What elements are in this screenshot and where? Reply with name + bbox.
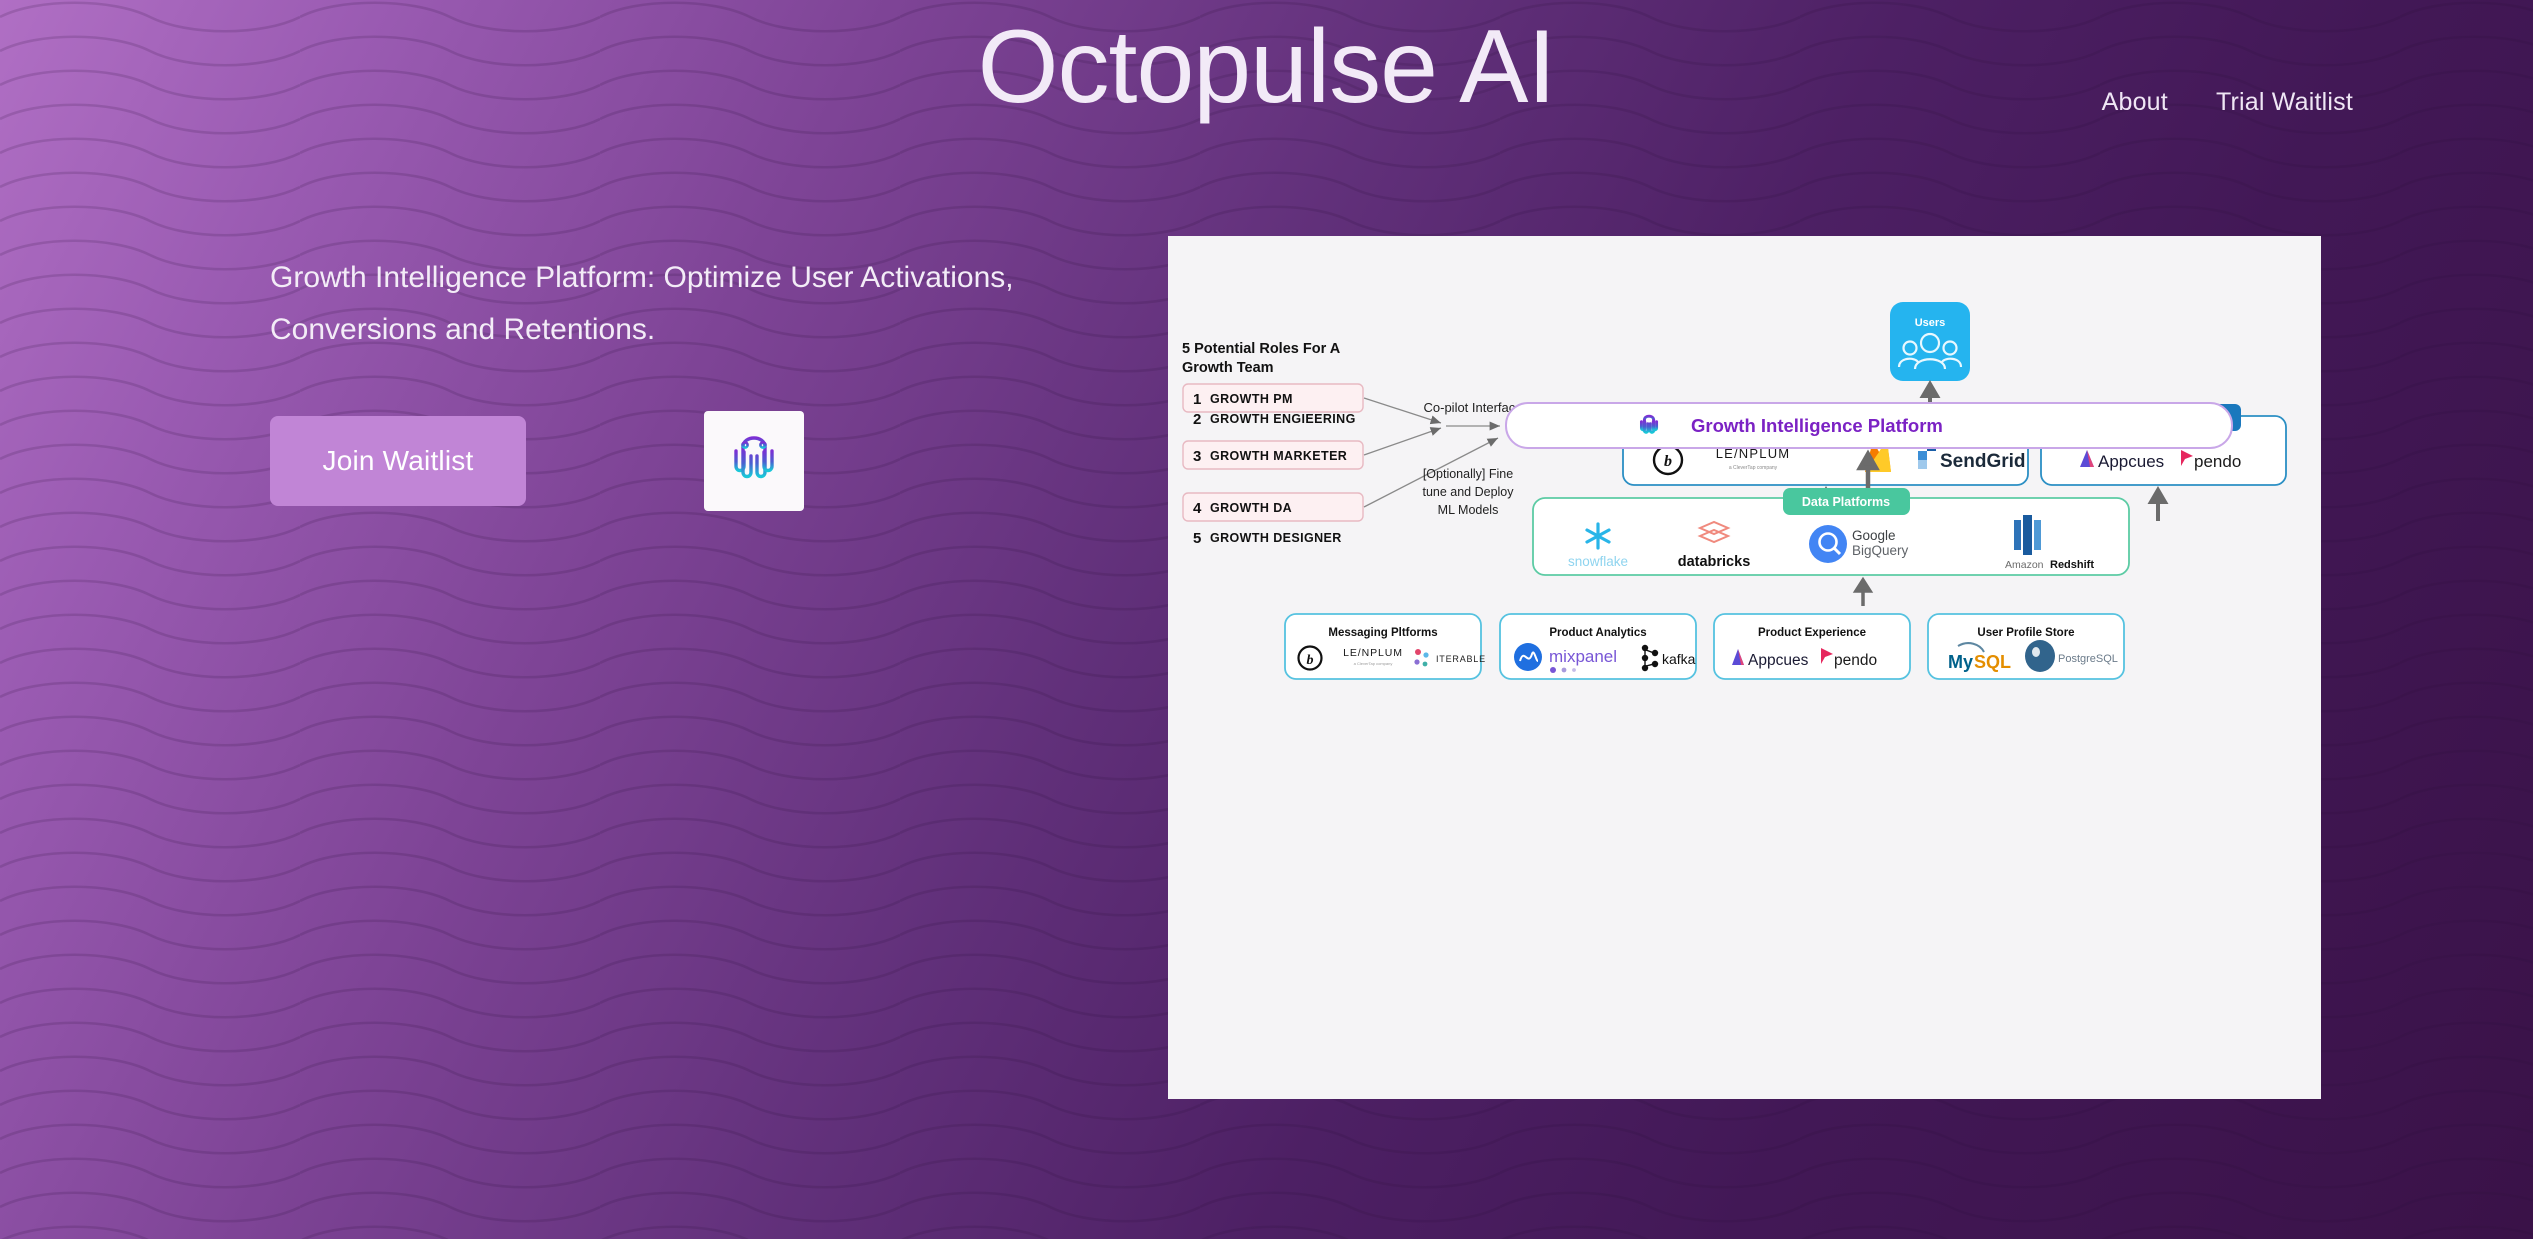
svg-text:BigQuery: BigQuery <box>1852 543 1909 558</box>
hero-section: Growth Intelligence Platform: Optimize U… <box>270 252 1070 512</box>
svg-text:SendGrid: SendGrid <box>1940 451 2026 472</box>
diagram-box-user-profile-store: User Profile Store My SQL PostgreSQL <box>1927 613 2125 680</box>
landing-page: Octopulse AI About Trial Waitlist Growth… <box>0 0 2533 1239</box>
svg-text:PostgreSQL: PostgreSQL <box>2058 653 2118 665</box>
svg-text:pendo: pendo <box>1834 652 1877 669</box>
svg-text:Amazon: Amazon <box>2005 559 2044 571</box>
svg-text:pendo: pendo <box>2194 452 2241 471</box>
tagline-line-2: Conversions and Retentions. <box>270 312 656 346</box>
role-number: 4 <box>1193 500 1202 517</box>
svg-text:a CleverTap company: a CleverTap company <box>1729 465 1778 471</box>
role-label: GROWTH DA <box>1210 501 1292 515</box>
appcues-logo: Appcues <box>1726 646 1810 670</box>
box-title: Product Analytics <box>1549 627 1646 639</box>
nav-link-about[interactable]: About <box>2102 88 2168 117</box>
google-bigquery-logo: Google BigQuery <box>1809 525 1909 563</box>
join-waitlist-button[interactable]: Join Waitlist <box>270 416 526 507</box>
svg-text:databricks: databricks <box>1678 554 1751 570</box>
diagram-box-messaging-pltforms-bottom: Messaging Pltforms b LE/NPLUM a CleverTa… <box>1284 613 1486 680</box>
users-label: Users <box>1915 317 1946 329</box>
cta-row: Join Waitlist <box>270 411 1070 512</box>
role-label: GROWTH DESIGNER <box>1210 531 1342 545</box>
role-item-2[interactable]: 2 GROWTH ENGIEERING <box>1193 411 1356 428</box>
pendo-logo: pendo <box>2176 448 2256 472</box>
brand-logo-tile <box>704 411 804 512</box>
nav-link-trial-waitlist[interactable]: Trial Waitlist <box>2216 88 2353 117</box>
svg-text:Appcues: Appcues <box>1748 652 1809 669</box>
main-navigation: About Trial Waitlist <box>2102 88 2353 117</box>
finetune-line-1: [Optionally] Fine <box>1423 467 1513 481</box>
svg-text:LE/NPLUM: LE/NPLUM <box>1343 647 1403 659</box>
svg-text:Appcues: Appcues <box>2098 452 2164 471</box>
svg-text:snowflake: snowflake <box>1568 554 1628 569</box>
architecture-diagram-panel: Users Messaging Platf <box>1168 236 2321 1099</box>
copilot-edge-label: Co-pilot Interface <box>1424 400 1523 415</box>
octopus-logo-icon <box>734 436 774 490</box>
finetune-line-2: tune and Deploy <box>1422 485 1514 499</box>
role-number: 1 <box>1193 391 1201 408</box>
box-title: Messaging Pltforms <box>1328 627 1437 639</box>
role-number: 3 <box>1193 448 1201 465</box>
roles-heading-line-2: Growth Team <box>1182 360 1274 376</box>
diagram-box-product-experience-bottom: Product Experience Appcues pendo <box>1713 613 1911 680</box>
role-label: GROWTH MARKETER <box>1210 449 1347 463</box>
svg-text:kafka: kafka <box>1662 651 1696 667</box>
role-label: GROWTH ENGIEERING <box>1210 412 1356 426</box>
svg-text:Google: Google <box>1852 528 1896 543</box>
diagram-box-product-analytics-bottom: Product Analytics mixpanel kafka <box>1499 613 1697 680</box>
svg-text:b: b <box>1664 453 1672 470</box>
box-title: Data Platforms <box>1802 495 1890 509</box>
tagline-line-1: Growth Intelligence Platform: Optimize U… <box>270 261 1014 294</box>
finetune-line-3: ML Models <box>1438 503 1499 517</box>
role-item-4[interactable]: 4 GROWTH DA <box>1182 492 1364 522</box>
box-title: User Profile Store <box>1977 627 2074 639</box>
appcues-logo: Appcues <box>2073 448 2169 472</box>
roles-heading-line-1: 5 Potential Roles For A <box>1182 341 1341 357</box>
role-number: 5 <box>1193 530 1201 547</box>
pendo-logo: pendo <box>1816 646 1892 670</box>
growth-intelligence-platform-bar[interactable]: Growth Intelligence Platform <box>1505 402 2233 449</box>
role-item-1[interactable]: 1 GROWTH PM <box>1182 383 1364 413</box>
role-number: 2 <box>1193 411 1201 428</box>
role-item-5[interactable]: 5 GROWTH DESIGNER <box>1193 530 1342 547</box>
box-title: Product Experience <box>1758 627 1866 639</box>
role-label: GROWTH PM <box>1210 392 1293 406</box>
platform-bar-label: Growth Intelligence Platform <box>1691 415 1943 436</box>
role-item-3[interactable]: 3 GROWTH MARKETER <box>1182 440 1364 470</box>
amplitude-logo <box>1514 643 1542 671</box>
users-node: Users <box>1890 302 1970 381</box>
diagram-box-data-platforms: Data Platforms snowflake databricks Goog… <box>1532 488 2130 576</box>
svg-text:Redshift: Redshift <box>2050 559 2094 571</box>
svg-text:ITERABLE: ITERABLE <box>1436 654 1486 664</box>
svg-text:b: b <box>1307 653 1314 668</box>
svg-text:mixpanel: mixpanel <box>1549 647 1617 666</box>
svg-text:My: My <box>1948 652 1973 672</box>
svg-text:a CleverTap company: a CleverTap company <box>1354 661 1393 666</box>
svg-text:SQL: SQL <box>1974 652 2011 672</box>
hero-tagline: Growth Intelligence Platform: Optimize U… <box>270 252 1060 355</box>
